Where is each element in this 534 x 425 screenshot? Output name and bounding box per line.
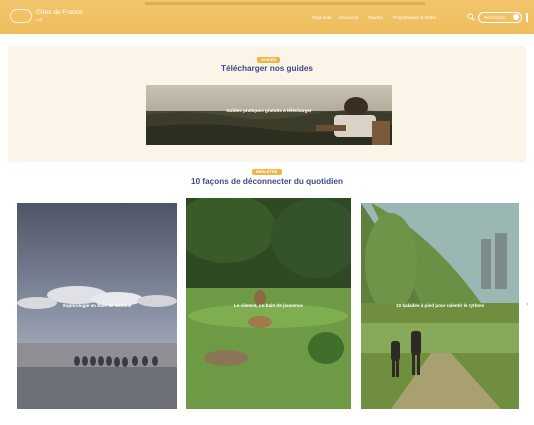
article-card-3[interactable]: 10 balades à pied pour ralentir le rythm… (361, 203, 519, 409)
carousel-next-arrow[interactable]: › (526, 301, 528, 308)
article-card-2[interactable]: Le silence, un bain de jouvence (186, 198, 351, 409)
guides-badge: GUIDES (257, 57, 281, 63)
search-placeholder: Rechercher (484, 15, 506, 20)
card-1-caption: Sophrologie en Baie de Somme (62, 303, 132, 308)
top-navigation-bar: Gîtes de France Lot Séjourner Découvrir … (0, 0, 534, 34)
guides-title: Télécharger nos guides (221, 64, 313, 73)
header-stripe (145, 2, 425, 5)
article-card-1[interactable]: Sophrologie en Baie de Somme (17, 203, 177, 409)
nav-item-sejourner[interactable]: Séjourner (312, 15, 332, 20)
account-icon[interactable] (513, 14, 519, 20)
card-2-caption: Le silence, un bain de jouvence (234, 303, 303, 308)
logo-icon[interactable] (10, 9, 32, 23)
menu-icon[interactable] (526, 13, 528, 22)
guides-banner[interactable]: Guides pratiques gratuits à télécharger (146, 85, 392, 145)
search-icon[interactable] (467, 13, 475, 21)
disconnect-title: 10 façons de déconnecter du quotidien (191, 177, 343, 186)
banner-image (146, 85, 392, 145)
brand-subtitle: Lot (36, 17, 43, 22)
brand[interactable]: Gîtes de France Lot (36, 9, 83, 23)
nav-item-decouvrir[interactable]: Découvrir (339, 15, 359, 20)
nav-item-proprietaires[interactable]: Propriétaires & Gîtes (393, 15, 436, 20)
banner-caption: Guides pratiques gratuits à télécharger (226, 108, 312, 113)
nav-item-guides[interactable]: Guides (368, 15, 383, 20)
card-3-caption: 10 balades à pied pour ralentir le rythm… (395, 303, 485, 308)
disconnect-badge: BIEN-ÊTRE (252, 169, 282, 175)
brand-name: Gîtes de France (36, 9, 83, 16)
